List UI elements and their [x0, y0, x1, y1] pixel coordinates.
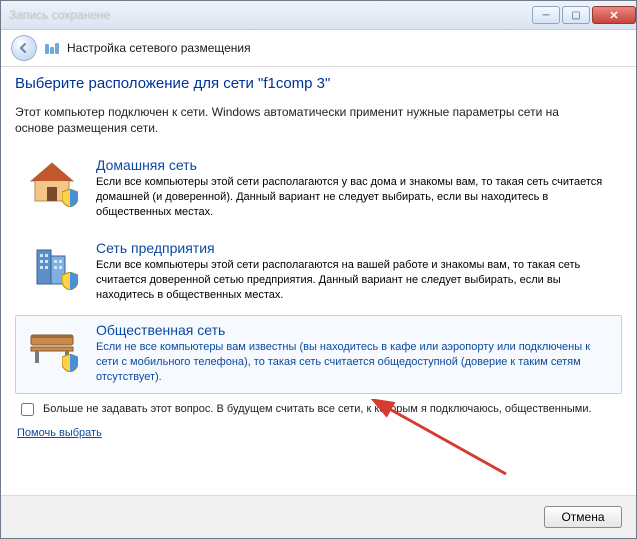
- option-work-network[interactable]: Сеть предприятия Если все компьютеры это…: [15, 233, 622, 312]
- wizard-title: Настройка сетевого размещения: [67, 41, 251, 55]
- dont-ask-checkbox[interactable]: [21, 403, 34, 416]
- dont-ask-label: Больше не задавать этот вопрос. В будуще…: [43, 402, 592, 417]
- wizard-header: Настройка сетевого размещения: [1, 30, 636, 67]
- footer: Отмена: [1, 495, 636, 538]
- option-desc: Если не все компьютеры вам известны (вы …: [96, 340, 613, 385]
- option-desc: Если все компьютеры этой сети располагаю…: [96, 258, 613, 303]
- page-heading: Выберите расположение для сети "f1comp 3…: [15, 75, 622, 92]
- cancel-button[interactable]: Отмена: [544, 506, 622, 528]
- bench-icon: [24, 322, 80, 372]
- options-list: Домашняя сеть Если все компьютеры этой с…: [15, 150, 622, 394]
- option-home-network[interactable]: Домашняя сеть Если все компьютеры этой с…: [15, 150, 622, 229]
- minimize-button[interactable]: ─: [532, 6, 560, 24]
- option-title: Общественная сеть: [96, 322, 613, 338]
- content-area: Выберите расположение для сети "f1comp 3…: [15, 75, 622, 439]
- close-button[interactable]: ✕: [592, 6, 636, 24]
- help-link[interactable]: Помочь выбрать: [17, 427, 622, 439]
- dont-ask-row[interactable]: Больше не задавать этот вопрос. В будуще…: [17, 402, 622, 419]
- option-title: Сеть предприятия: [96, 240, 613, 256]
- titlebar: Запись сохранене ─ ▢ ✕: [1, 1, 636, 30]
- window: Запись сохранене ─ ▢ ✕ Настройка сетевог…: [0, 0, 637, 539]
- shield-icon: [62, 354, 78, 372]
- back-button[interactable]: [11, 35, 37, 61]
- home-icon: [24, 157, 80, 207]
- building-icon: [24, 240, 80, 290]
- option-public-network[interactable]: Общественная сеть Если не все компьютеры…: [15, 315, 622, 394]
- arrow-left-icon: [18, 42, 30, 54]
- shield-icon: [62, 272, 78, 290]
- maximize-button[interactable]: ▢: [562, 6, 590, 24]
- network-icon: [45, 43, 59, 54]
- shield-icon: [62, 189, 78, 207]
- option-desc: Если все компьютеры этой сети располагаю…: [96, 175, 613, 220]
- window-title: Запись сохранене: [9, 8, 530, 22]
- page-intro: Этот компьютер подключен к сети. Windows…: [15, 104, 575, 136]
- option-title: Домашняя сеть: [96, 157, 613, 173]
